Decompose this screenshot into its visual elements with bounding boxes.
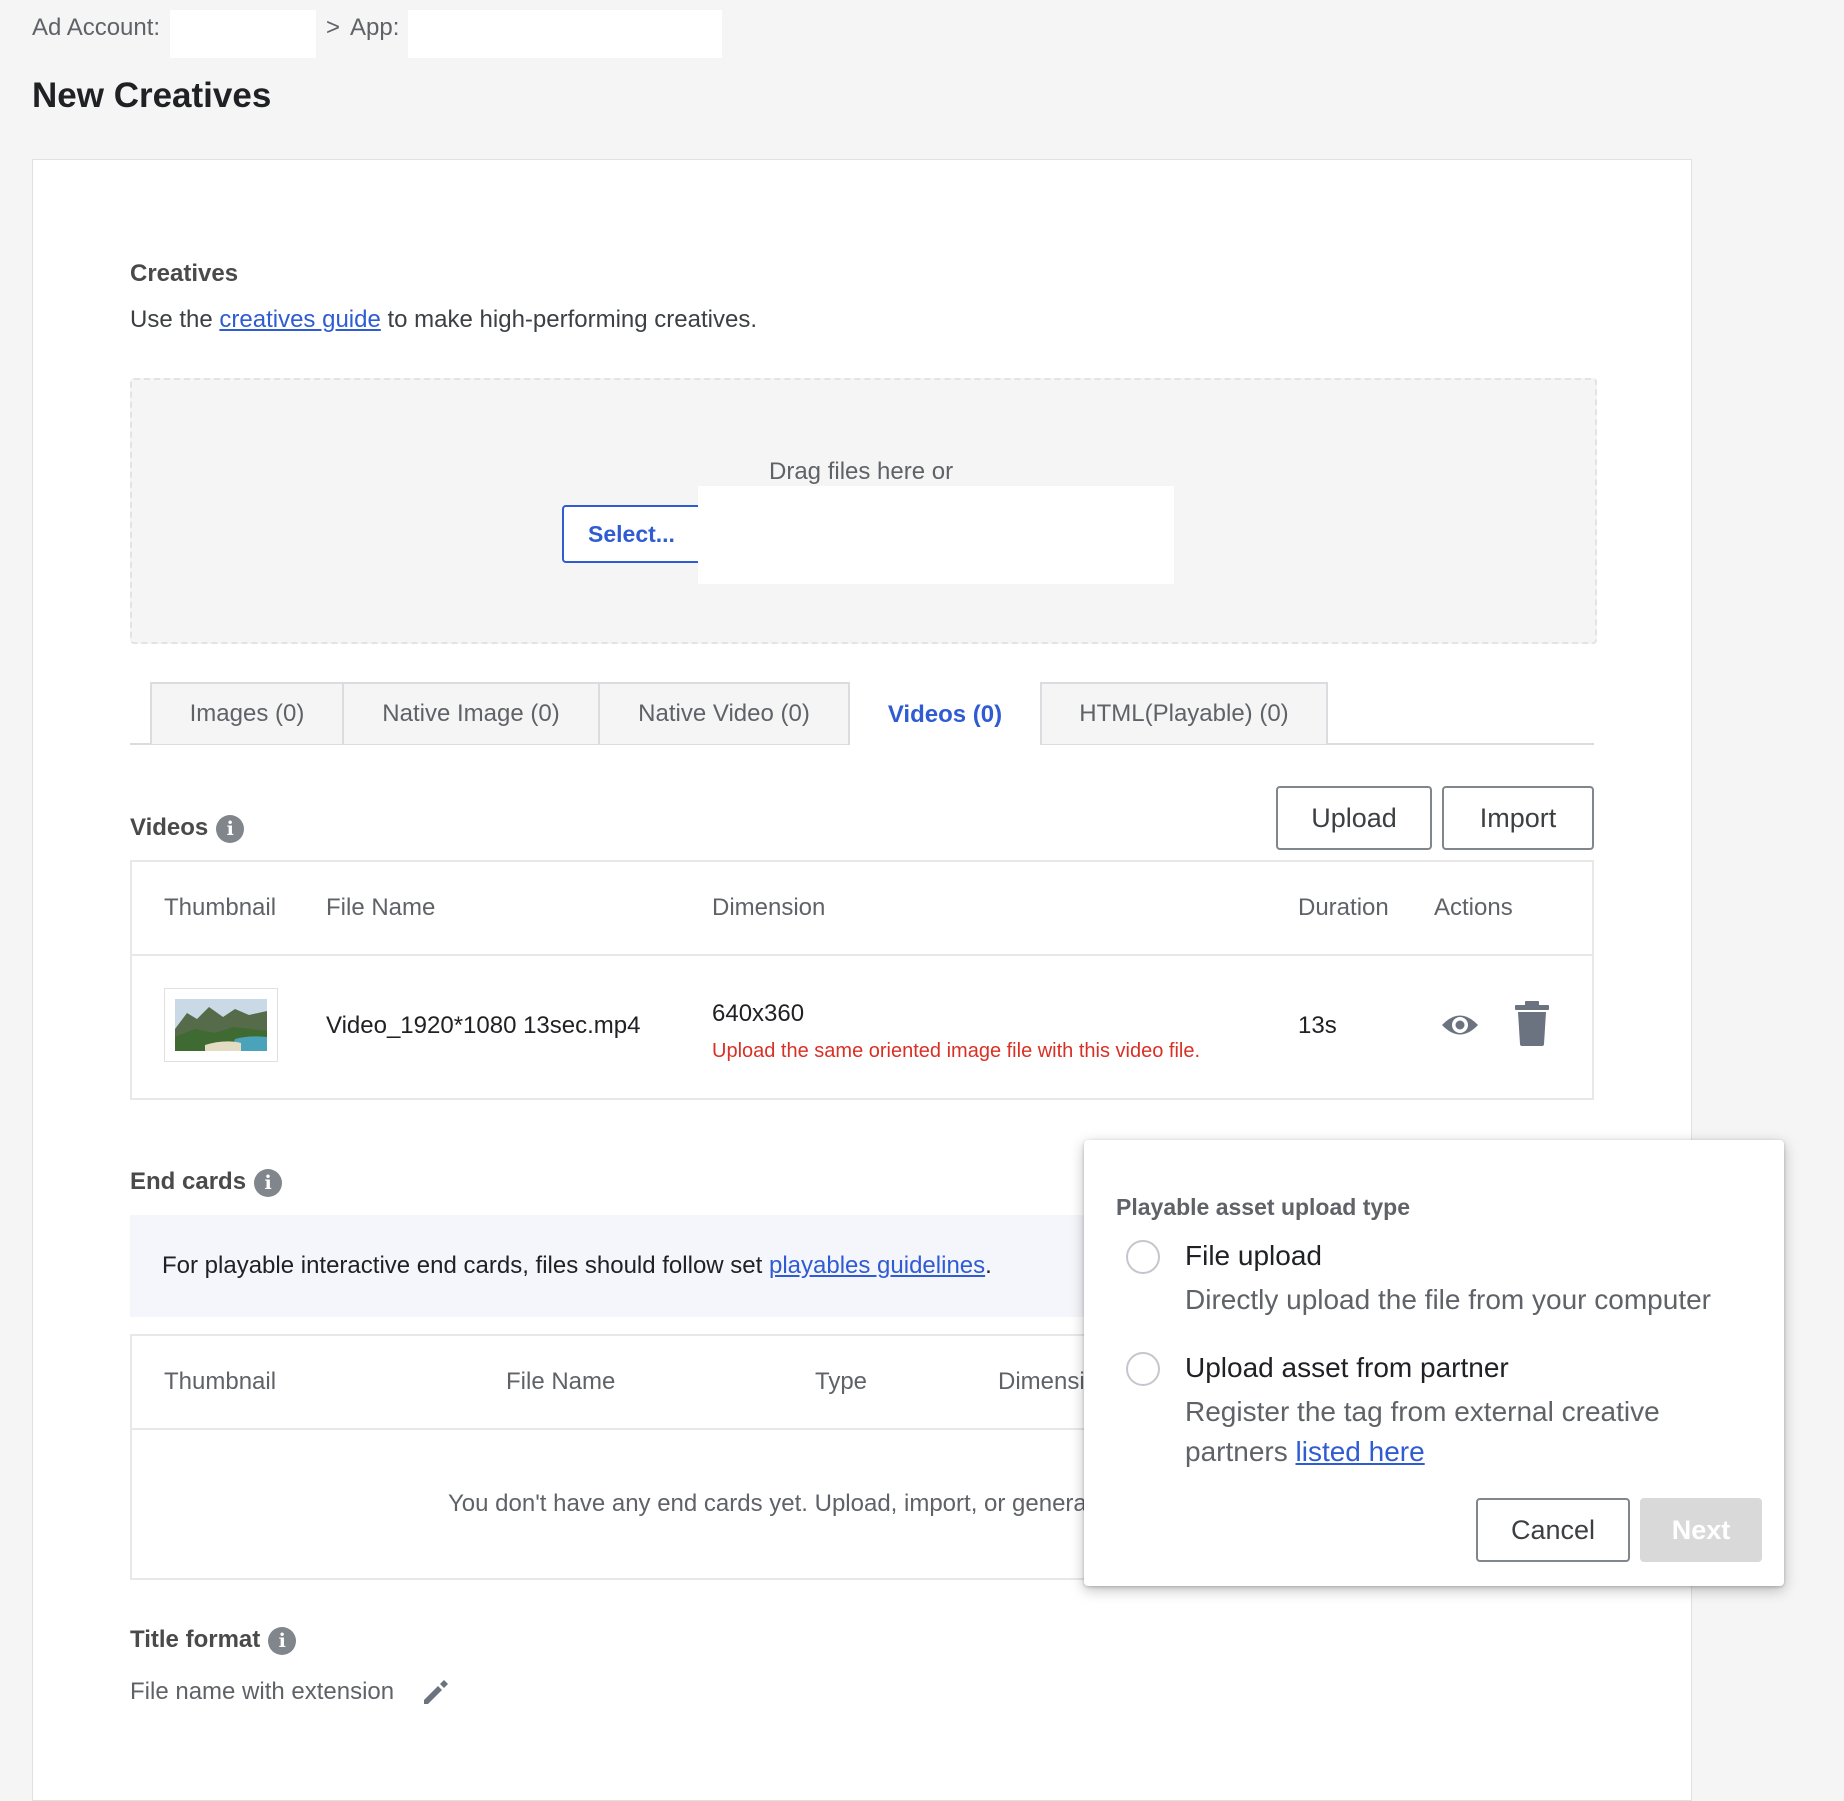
listed-here-link[interactable]: listed here bbox=[1296, 1436, 1425, 1467]
playables-guidelines-link[interactable]: playables guidelines bbox=[769, 1252, 985, 1279]
partner-upload-radio[interactable] bbox=[1126, 1352, 1160, 1386]
cancel-button[interactable]: Cancel bbox=[1476, 1498, 1630, 1562]
eye-icon[interactable] bbox=[1440, 1008, 1480, 1042]
video-duration: 13s bbox=[1298, 1012, 1337, 1039]
end-cards-col-file-name: File Name bbox=[506, 1368, 616, 1395]
creatives-guide-text: Use the creatives guide to make high-per… bbox=[130, 306, 757, 334]
breadcrumb-separator: > bbox=[326, 14, 341, 41]
page-title: New Creatives bbox=[32, 76, 272, 115]
tab-videos[interactable]: Videos (0) bbox=[850, 682, 1040, 746]
next-button[interactable]: Next bbox=[1640, 1498, 1762, 1562]
end-cards-heading: End cards i bbox=[130, 1168, 283, 1197]
videos-col-thumbnail: Thumbnail bbox=[164, 894, 277, 921]
video-file-name: Video_1920*1080 13sec.mp4 bbox=[326, 1012, 641, 1039]
notice-suffix: . bbox=[985, 1252, 992, 1279]
video-dimension: 640x360 bbox=[712, 1000, 805, 1027]
video-thumbnail[interactable] bbox=[164, 988, 278, 1062]
ad-account-value[interactable] bbox=[170, 10, 316, 58]
pencil-icon[interactable] bbox=[420, 1676, 452, 1708]
title-format-heading: Title format i bbox=[130, 1626, 297, 1655]
file-upload-option-desc: Directly upload the file from your compu… bbox=[1185, 1284, 1711, 1315]
video-orientation-warning: Upload the same oriented image file with… bbox=[712, 1040, 1201, 1062]
info-icon[interactable]: i bbox=[268, 1626, 297, 1655]
tab-images[interactable]: Images (0) bbox=[150, 682, 344, 744]
tab-native-image[interactable]: Native Image (0) bbox=[342, 682, 600, 744]
tab-native-video[interactable]: Native Video (0) bbox=[598, 682, 850, 744]
creatives-guide-link[interactable]: creatives guide bbox=[219, 306, 380, 333]
end-cards-notice-text: For playable interactive end cards, file… bbox=[162, 1252, 992, 1280]
trash-icon[interactable] bbox=[1514, 1000, 1550, 1046]
ad-account-label: Ad Account: bbox=[32, 14, 161, 41]
import-button[interactable]: Import bbox=[1442, 786, 1594, 850]
select-files-button[interactable]: Select... bbox=[562, 505, 702, 563]
landscape-thumbnail-image bbox=[175, 999, 267, 1051]
videos-col-duration: Duration bbox=[1298, 894, 1389, 921]
info-icon[interactable]: i bbox=[254, 1168, 283, 1197]
creatives-heading: Creatives bbox=[130, 260, 239, 287]
end-cards-col-type: Type bbox=[815, 1368, 868, 1395]
title-format-heading-label: Title format bbox=[130, 1626, 261, 1653]
videos-heading: Videos i bbox=[130, 814, 245, 843]
guide-suffix: to make high-performing creatives. bbox=[380, 306, 757, 333]
guide-prefix: Use the bbox=[130, 306, 220, 333]
partner-upload-option-desc-line2: partners listed here bbox=[1185, 1432, 1425, 1472]
table-divider bbox=[132, 954, 1592, 956]
title-format-value: File name with extension bbox=[130, 1678, 395, 1705]
partners-prefix: partners bbox=[1185, 1436, 1296, 1467]
videos-col-dimension: Dimension bbox=[712, 894, 826, 921]
notice-prefix: For playable interactive end cards, file… bbox=[162, 1252, 769, 1279]
videos-heading-label: Videos bbox=[130, 814, 209, 841]
app-value[interactable] bbox=[408, 10, 722, 58]
end-cards-heading-label: End cards bbox=[130, 1168, 247, 1195]
end-cards-col-dimension: Dimensi bbox=[998, 1368, 1085, 1395]
redacted-area bbox=[698, 486, 1174, 584]
file-upload-radio[interactable] bbox=[1126, 1240, 1160, 1274]
end-cards-col-thumbnail: Thumbnail bbox=[164, 1368, 277, 1395]
videos-col-file-name: File Name bbox=[326, 894, 436, 921]
app-label: App: bbox=[350, 14, 400, 41]
partner-upload-option-desc: Register the tag from external creative bbox=[1185, 1396, 1660, 1427]
file-upload-option-title[interactable]: File upload bbox=[1185, 1240, 1322, 1272]
info-icon[interactable]: i bbox=[216, 814, 245, 843]
tab-html-playable[interactable]: HTML(Playable) (0) bbox=[1040, 682, 1328, 744]
dropzone-text: Drag files here or bbox=[769, 458, 954, 485]
partner-upload-option-title[interactable]: Upload asset from partner bbox=[1185, 1352, 1509, 1384]
videos-col-actions: Actions bbox=[1434, 894, 1513, 921]
upload-button[interactable]: Upload bbox=[1276, 786, 1432, 850]
end-cards-empty-text: You don't have any end cards yet. Upload… bbox=[448, 1490, 1087, 1517]
popover-title: Playable asset upload type bbox=[1116, 1194, 1411, 1220]
